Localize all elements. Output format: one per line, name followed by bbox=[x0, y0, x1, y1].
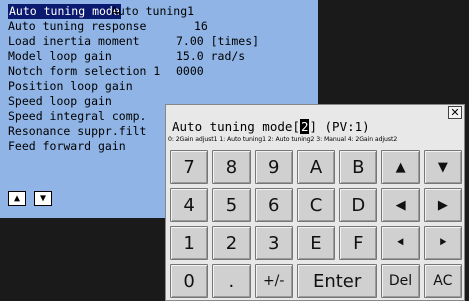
key-all-clear[interactable]: AC bbox=[423, 264, 462, 298]
param-name: Auto tuning response bbox=[8, 19, 147, 33]
param-name: Resonance suppr.filt bbox=[8, 124, 147, 138]
key-down-icon[interactable]: ▼ bbox=[423, 150, 462, 184]
keypad-grid: 7 8 9 A B ▲ ▼ 4 5 6 C D ◀ ▶ 1 2 3 E F ⯇ … bbox=[170, 150, 462, 298]
param-name: Speed loop gain bbox=[8, 94, 112, 108]
scroll-up-button[interactable]: ▲ bbox=[8, 191, 26, 206]
key-plus-minus[interactable]: +/- bbox=[254, 264, 293, 298]
key-5[interactable]: 5 bbox=[212, 188, 251, 222]
key-d[interactable]: D bbox=[339, 188, 378, 222]
param-row-load-inertia[interactable]: Load inertia moment 7.00 [times] bbox=[4, 34, 318, 49]
key-left-icon[interactable]: ◀ bbox=[381, 188, 420, 222]
key-home-left-icon[interactable]: ⯇ bbox=[381, 226, 420, 260]
key-enter[interactable]: Enter bbox=[296, 264, 378, 298]
param-value: 7.00 [times] bbox=[176, 34, 260, 48]
key-b[interactable]: B bbox=[339, 150, 378, 184]
key-0[interactable]: 0 bbox=[170, 264, 209, 298]
key-7[interactable]: 7 bbox=[170, 150, 209, 184]
param-name: Feed forward gain bbox=[8, 139, 126, 153]
key-4[interactable]: 4 bbox=[170, 188, 209, 222]
param-row-position-loop-gain[interactable]: Position loop gain bbox=[4, 79, 318, 94]
param-name: Model loop gain bbox=[8, 49, 112, 63]
key-e[interactable]: E bbox=[296, 226, 336, 260]
keypad-title: Auto tuning mode[2] (PV:1) bbox=[172, 119, 370, 134]
param-value: 16 bbox=[194, 19, 208, 33]
key-3[interactable]: 3 bbox=[254, 226, 293, 260]
param-name: Position loop gain bbox=[8, 79, 133, 93]
param-value: 15.0 rad/s bbox=[176, 49, 246, 63]
keypad-title-suffix: ] (PV:1) bbox=[309, 119, 370, 134]
param-name: Load inertia moment bbox=[8, 34, 140, 48]
param-name: Speed integral comp. bbox=[8, 109, 147, 123]
key-decimal[interactable]: . bbox=[212, 264, 251, 298]
key-2[interactable]: 2 bbox=[212, 226, 251, 260]
key-6[interactable]: 6 bbox=[254, 188, 293, 222]
key-c[interactable]: C bbox=[296, 188, 336, 222]
key-up-icon[interactable]: ▲ bbox=[381, 150, 420, 184]
key-right-icon[interactable]: ▶ bbox=[423, 188, 462, 222]
param-row-auto-tuning-response[interactable]: Auto tuning response 16 bbox=[4, 19, 318, 34]
key-1[interactable]: 1 bbox=[170, 226, 209, 260]
scroll-down-button[interactable]: ▼ bbox=[34, 191, 52, 206]
numeric-keypad-window: ✕ Auto tuning mode[2] (PV:1) 0: 2Gain ad… bbox=[165, 104, 465, 301]
param-name: Auto tuning mode bbox=[8, 4, 121, 19]
param-row-auto-tuning-mode[interactable]: Auto tuning mode Auto tuning1 bbox=[4, 4, 318, 19]
keypad-title-prefix: Auto tuning mode[ bbox=[172, 119, 300, 134]
param-value: 0000 bbox=[176, 64, 204, 78]
key-delete[interactable]: Del bbox=[381, 264, 420, 298]
param-row-notch-form[interactable]: Notch form selection 1 0000 bbox=[4, 64, 318, 79]
close-icon[interactable]: ✕ bbox=[448, 106, 462, 119]
key-f[interactable]: F bbox=[339, 226, 378, 260]
key-9[interactable]: 9 bbox=[254, 150, 293, 184]
keypad-options-line: 0: 2Gain adjust1 1: Auto tuning1 2: Auto… bbox=[168, 136, 398, 143]
param-name: Notch form selection 1 bbox=[8, 64, 161, 78]
param-row-model-loop-gain[interactable]: Model loop gain 15.0 rad/s bbox=[4, 49, 318, 64]
key-8[interactable]: 8 bbox=[212, 150, 251, 184]
key-a[interactable]: A bbox=[296, 150, 336, 184]
key-end-right-icon[interactable]: ⯈ bbox=[423, 226, 462, 260]
param-value: Auto tuning1 bbox=[111, 4, 195, 18]
